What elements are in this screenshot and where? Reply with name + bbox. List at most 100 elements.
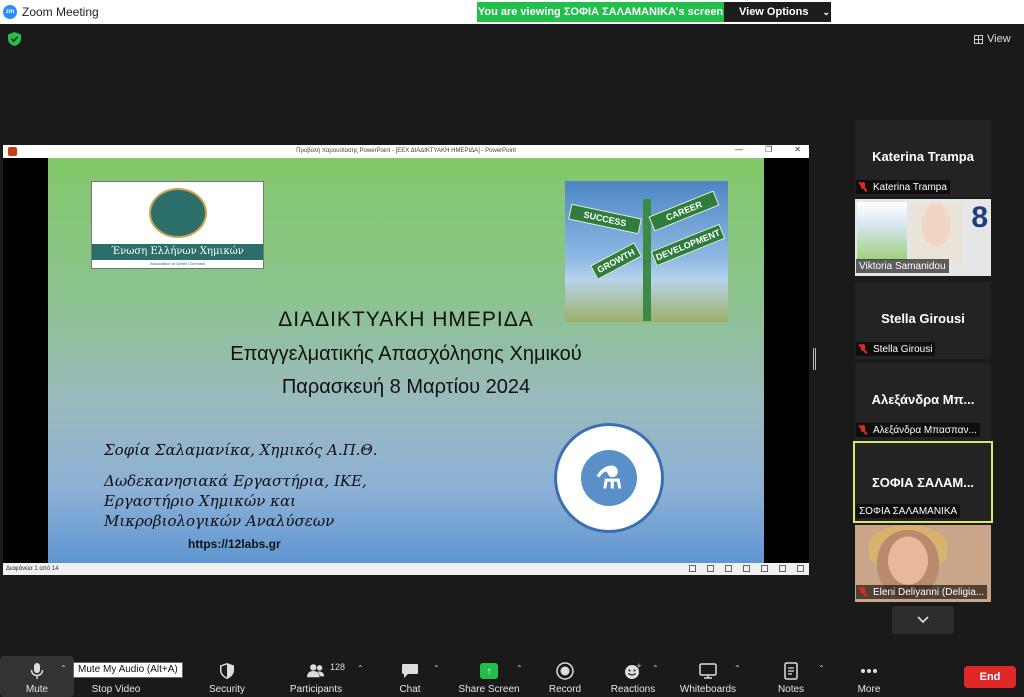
panel-resize-handle[interactable] [813, 348, 816, 370]
reactions-button[interactable]: + Reactions [606, 656, 660, 697]
participant-name: Katerina Trampa [873, 181, 947, 193]
whiteboards-button[interactable]: Whiteboards [675, 656, 741, 697]
share-caret-icon[interactable]: ⌃ [516, 664, 523, 673]
scroll-participants-down-button[interactable] [892, 606, 954, 634]
participant-video-tile[interactable]: Eleni Deliyanni (Deligia... [855, 525, 991, 602]
mic-muted-icon [856, 424, 869, 436]
chevron-down-icon [917, 616, 929, 624]
participant-label: ΣΟΦΙΑ ΣΑΛΑΜΑΝΙΚΑ [856, 504, 961, 518]
share-screen-button[interactable]: ↑ Share Screen [455, 656, 523, 697]
share-screen-icon: ↑ [480, 662, 498, 680]
slide-title-line2: Επαγγελματικής Απασχόλησης Χημικού [230, 343, 582, 365]
fullscreen-icon [797, 565, 804, 572]
menu-icon [743, 565, 750, 572]
powerpoint-title-bar: Προβολή παρουσίασης PowerPoint - [ΕΕΧ ΔΙ… [3, 145, 809, 157]
mic-muted-icon [856, 586, 869, 598]
participant-video [910, 203, 962, 265]
notes-icon [782, 662, 800, 680]
view-options-button[interactable]: View Options ⌄ [724, 2, 831, 22]
sign-success: SUCCESS [568, 203, 642, 235]
chat-bubble-icon [401, 662, 419, 680]
chat-label: Chat [399, 684, 421, 695]
participants-caret-icon[interactable]: ⌃ [357, 664, 364, 673]
participant-tile[interactable]: Αλεξάνδρα Μπ... Αλεξάνδρα Μπασπαν... [855, 363, 991, 440]
more-dots-icon [860, 662, 878, 680]
mute-button[interactable]: Mute [14, 656, 60, 697]
normal-view-icon [761, 565, 768, 572]
notes-label: Notes [777, 684, 805, 695]
svg-text:+: + [636, 662, 642, 670]
author-line3: Εργαστήριο Χημικών και [104, 492, 296, 510]
active-speaker-tile[interactable]: ΣΟΦΙΑ ΣΑΛΑΜ... ΣΟΦΙΑ ΣΑΛΑΜΑΝΙΚΑ [853, 441, 993, 523]
mic-muted-icon [856, 181, 869, 193]
security-label: Security [208, 684, 246, 695]
more-label: More [857, 684, 881, 695]
chat-button[interactable]: Chat [392, 656, 428, 697]
atom-emblem-icon [149, 188, 207, 238]
more-button[interactable]: More [850, 656, 888, 697]
participant-name: Stella Girousi [873, 343, 933, 355]
security-button[interactable]: Security [202, 656, 252, 697]
next-slide-icon [707, 565, 714, 572]
participant-label: Stella Girousi [856, 342, 936, 356]
title-bar: zm Zoom Meeting You are viewing ΣΟΦΙΑ ΣΑ… [0, 0, 1024, 24]
participant-label: Viktoria Samanidou [856, 259, 949, 273]
powerpoint-caption: Προβολή παρουσίασης PowerPoint - [ΕΕΧ ΔΙ… [296, 148, 516, 154]
security-shield-icon [218, 662, 236, 680]
participant-display-name: Stella Girousi [881, 311, 965, 326]
mic-muted-icon [856, 343, 869, 355]
participant-tile[interactable]: Katerina Trampa Katerina Trampa [855, 120, 991, 197]
logo-text: Ένωση Ελλήνων Χημικών [92, 244, 263, 260]
smiley-icon: + [624, 662, 642, 680]
logo-subtext: Association of Greek Chemists [150, 261, 205, 266]
powerpoint-status-bar: Διαφάνεια 1 από 14 [3, 563, 809, 575]
flask-emblem-icon: ⚗ [581, 450, 637, 506]
chat-caret-icon[interactable]: ⌃ [433, 664, 440, 673]
view-layout-button[interactable]: View [974, 30, 1011, 48]
record-button[interactable]: Record [542, 656, 588, 697]
participant-display-name: Αλεξάνδρα Μπ... [871, 392, 975, 407]
chemists-union-logo: Ένωση Ελλήνων Χημικών Association of Gre… [91, 181, 264, 269]
notes-button[interactable]: Notes [772, 656, 810, 697]
view-options-label: View Options [739, 6, 809, 18]
slide-website: https://12labs.gr [188, 537, 281, 551]
whiteboards-label: Whiteboards [679, 684, 737, 695]
slide-title-line3: Παρασκευή 8 Μαρτίου 2024 [281, 376, 531, 398]
reading-view-icon [779, 565, 786, 572]
author-line4: Μικροβιολογικών Αναλύσεων [104, 512, 335, 530]
participant-tile[interactable]: Stella Girousi Stella Girousi [855, 282, 991, 359]
record-label: Record [548, 684, 582, 695]
zoom-window: zm Zoom Meeting You are viewing ΣΟΦΙΑ ΣΑ… [0, 0, 1024, 697]
participant-video-tile[interactable]: 8 Viktoria Samanidou [855, 199, 991, 276]
microphone-icon [28, 662, 46, 680]
grid-view-icon [974, 34, 983, 44]
record-icon [556, 662, 574, 680]
share-screen-label: Share Screen [458, 684, 520, 695]
participant-name: Eleni Deliyanni (Deligia... [873, 586, 985, 598]
reactions-caret-icon[interactable]: ⌃ [652, 664, 659, 673]
encryption-shield-icon[interactable] [8, 32, 21, 46]
participant-label: Eleni Deliyanni (Deligia... [856, 585, 988, 599]
zoom-logo-icon: zm [3, 5, 17, 19]
poster-number: 8 [971, 201, 988, 234]
whiteboards-caret-icon[interactable]: ⌃ [734, 664, 741, 673]
author-line1: Σοφία Σαλαμανίκα, Χημικός Α.Π.Θ. [104, 441, 378, 459]
sign-growth: GROWTH [590, 242, 642, 280]
restore-icon: ❐ [765, 145, 773, 154]
shared-powerpoint-window: Προβολή παρουσίασης PowerPoint - [ΕΕΧ ΔΙ… [3, 145, 809, 575]
end-meeting-button[interactable]: End [964, 666, 1016, 688]
author-line2: Δωδεκανησιακά Εργαστήρια, ΙΚΕ, [104, 472, 367, 490]
sign-career: CAREER [648, 190, 720, 232]
status-bar-icons [689, 565, 804, 572]
slide-counter: Διαφάνεια 1 από 14 [6, 566, 59, 572]
participant-label: Katerina Trampa [856, 180, 950, 194]
stop-video-label: Stop Video [91, 684, 141, 695]
slide-title-line1: ΔΙΑΔΙΚΤΥΑΚΗ ΗΜΕΡΙΔΑ [278, 308, 534, 331]
participants-count: 128 [330, 662, 346, 672]
notes-caret-icon[interactable]: ⌃ [818, 664, 825, 673]
audio-options-caret-icon[interactable]: ⌃ [60, 664, 67, 673]
background-poster [857, 202, 907, 260]
slideshow-icon [725, 565, 732, 572]
participants-label: Participants [289, 684, 343, 695]
whiteboard-icon [699, 662, 717, 680]
